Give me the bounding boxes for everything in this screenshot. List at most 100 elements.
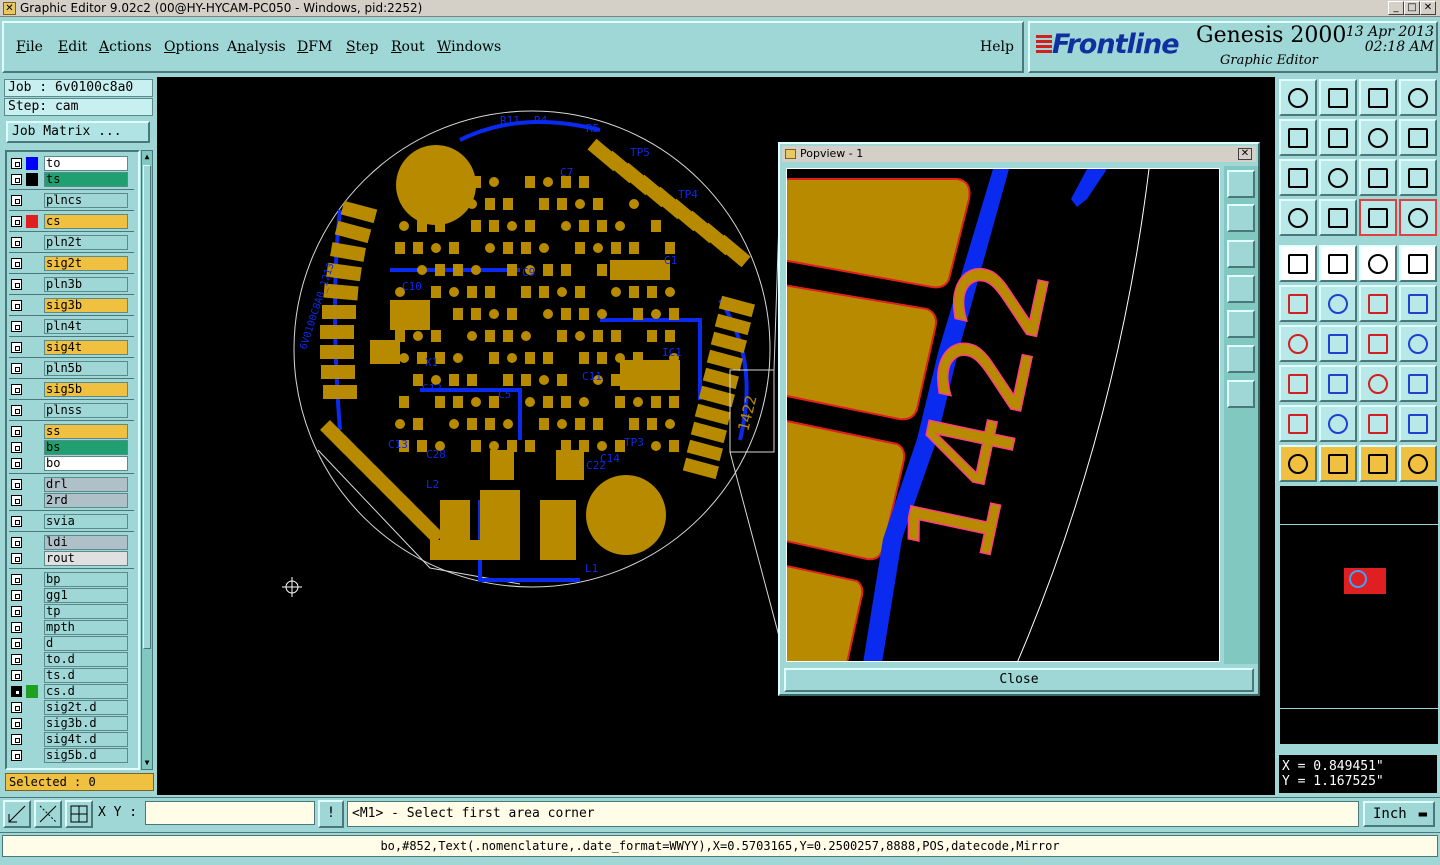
layer-row-rout[interactable]: rout [9, 551, 129, 566]
layer-name[interactable]: pln4t [44, 319, 128, 334]
layer-checkbox[interactable] [11, 537, 22, 548]
layer-row-sig4t[interactable]: sig4t [9, 340, 129, 355]
pan-left-tool-button[interactable] [1279, 119, 1317, 156]
layer-row-plncs[interactable]: plncs [9, 193, 129, 208]
layer-checkbox[interactable] [11, 426, 22, 437]
popview-close-button[interactable]: Close [784, 668, 1254, 692]
layer-color-swatch[interactable] [26, 685, 38, 698]
layer-name[interactable]: drl [44, 477, 128, 492]
menu-actions[interactable]: Actions [99, 39, 152, 55]
zoom-window-tool-button[interactable] [1399, 79, 1437, 116]
fit-screen-tool-button[interactable] [1279, 159, 1317, 196]
layer-name[interactable]: sig5b [44, 382, 128, 397]
layer-checkbox[interactable] [11, 516, 22, 527]
layer-checkbox[interactable] [11, 590, 22, 601]
menu-file[interactable]: File [16, 39, 43, 55]
job-matrix-button[interactable]: Job Matrix ... [6, 121, 150, 143]
layer-name[interactable]: pln3b [44, 277, 128, 292]
layer-name[interactable]: sig2t [44, 256, 128, 271]
layer-name[interactable]: to [44, 156, 128, 171]
snap-red-2-tool-button[interactable] [1399, 199, 1437, 236]
layer-row-pln4t[interactable]: pln4t [9, 319, 129, 334]
layer-checkbox[interactable] [11, 734, 22, 745]
popview-zoom-view[interactable]: 1422 [786, 168, 1220, 662]
measure-tool-button[interactable] [1279, 199, 1317, 236]
layer-color-swatch[interactable] [26, 173, 38, 186]
layer-row-ts-d[interactable]: ts.d [9, 668, 129, 683]
layer-name[interactable]: rout [44, 551, 128, 566]
select-box-tool-button[interactable] [1319, 445, 1357, 482]
window-titlebar[interactable]: ✕ Graphic Editor 9.02c2 (00@HY-HYCAM-PC0… [0, 0, 1440, 17]
layer-row-gg1[interactable]: gg1 [9, 588, 129, 603]
layer-name[interactable]: sig2t.d [44, 700, 128, 715]
copy-tool-button[interactable] [1399, 285, 1437, 322]
layer-row-cs-d[interactable]: cs.d [9, 684, 129, 699]
move-tool-button[interactable] [1359, 285, 1397, 322]
units-select[interactable]: Inch ▬ [1363, 801, 1435, 827]
popview-zoom-home-button[interactable] [1227, 170, 1255, 198]
layer-checkbox[interactable] [11, 718, 22, 729]
popview-pan-left-button[interactable] [1227, 275, 1255, 303]
layer-name[interactable]: bp [44, 572, 128, 587]
resize-tool-button[interactable] [1279, 365, 1317, 402]
layer-checkbox[interactable] [11, 553, 22, 564]
layer-checkbox[interactable] [11, 686, 22, 697]
layer-row-to-d[interactable]: to.d [9, 652, 129, 667]
popview-pan-down-button[interactable] [1227, 240, 1255, 268]
overview-map[interactable] [1279, 485, 1439, 745]
redo-view-tool-button[interactable] [1399, 119, 1437, 156]
connect-tool-button[interactable] [1279, 285, 1317, 322]
layer-checkbox[interactable] [11, 258, 22, 269]
pad-tool-button[interactable] [1399, 245, 1437, 282]
layer-name[interactable]: sig3b [44, 298, 128, 313]
layer-name[interactable]: svia [44, 514, 128, 529]
grid-mode-icon[interactable] [65, 800, 93, 828]
ruler-tool-button[interactable] [1359, 245, 1397, 282]
select-line-tool-button[interactable] [1319, 245, 1357, 282]
layer-checkbox[interactable] [11, 158, 22, 169]
layer-name[interactable]: cs.d [44, 684, 128, 699]
stretch-tool-button[interactable] [1359, 365, 1397, 402]
cut-tool-button[interactable] [1319, 365, 1357, 402]
popview-pan-up-button[interactable] [1227, 204, 1255, 232]
layer-checkbox[interactable] [11, 300, 22, 311]
snap-mode-icon[interactable] [3, 800, 31, 828]
layer-checkbox[interactable] [11, 384, 22, 395]
menu-step[interactable]: Step [346, 39, 378, 55]
layer-color-swatch[interactable] [26, 215, 38, 228]
popview-titlebar[interactable]: Popview - 1 ✕ [782, 146, 1256, 162]
layer-checkbox[interactable] [11, 654, 22, 665]
angle-tool-button[interactable] [1279, 325, 1317, 362]
layer-row-2rd[interactable]: 2rd [9, 493, 129, 508]
query-tool-button[interactable] [1399, 159, 1437, 196]
layer-checkbox[interactable] [11, 638, 22, 649]
layer-checkbox[interactable] [11, 702, 22, 713]
layer-row-sig5b-d[interactable]: sig5b.d [9, 748, 129, 763]
layer-row-to[interactable]: to [9, 156, 129, 171]
layer-name[interactable]: ss [44, 424, 128, 439]
polygon-c-tool-button[interactable] [1359, 405, 1397, 442]
zoom-layer-tool-button[interactable] [1359, 79, 1397, 116]
popview-close-icon[interactable]: ✕ [1238, 148, 1252, 160]
layer-checkbox[interactable] [11, 622, 22, 633]
zoom-in-tool-button[interactable] [1319, 79, 1357, 116]
layer-name[interactable]: pln5b [44, 361, 128, 376]
layer-checkbox[interactable] [11, 405, 22, 416]
delete-tool-button[interactable] [1319, 285, 1357, 322]
scroll-up-icon[interactable]: ▲ [142, 151, 152, 163]
layer-row-sig5b[interactable]: sig5b [9, 382, 129, 397]
layer-row-d[interactable]: d [9, 636, 129, 651]
layer-checkbox[interactable] [11, 174, 22, 185]
layer-name[interactable]: ts [44, 172, 128, 187]
pan-right-tool-button[interactable] [1319, 119, 1357, 156]
layer-name[interactable]: mpth [44, 620, 128, 635]
layer-row-sig3b[interactable]: sig3b [9, 298, 129, 313]
layer-name[interactable]: to.d [44, 652, 128, 667]
popview-zoom-in-button[interactable] [1227, 345, 1255, 373]
layer-row-mpth[interactable]: mpth [9, 620, 129, 635]
scrollbar-thumb[interactable] [143, 165, 151, 649]
layer-row-ss[interactable]: ss [9, 424, 129, 439]
layer-checkbox[interactable] [11, 670, 22, 681]
layer-name[interactable]: sig5b.d [44, 748, 128, 763]
layer-name[interactable]: pln2t [44, 235, 128, 250]
